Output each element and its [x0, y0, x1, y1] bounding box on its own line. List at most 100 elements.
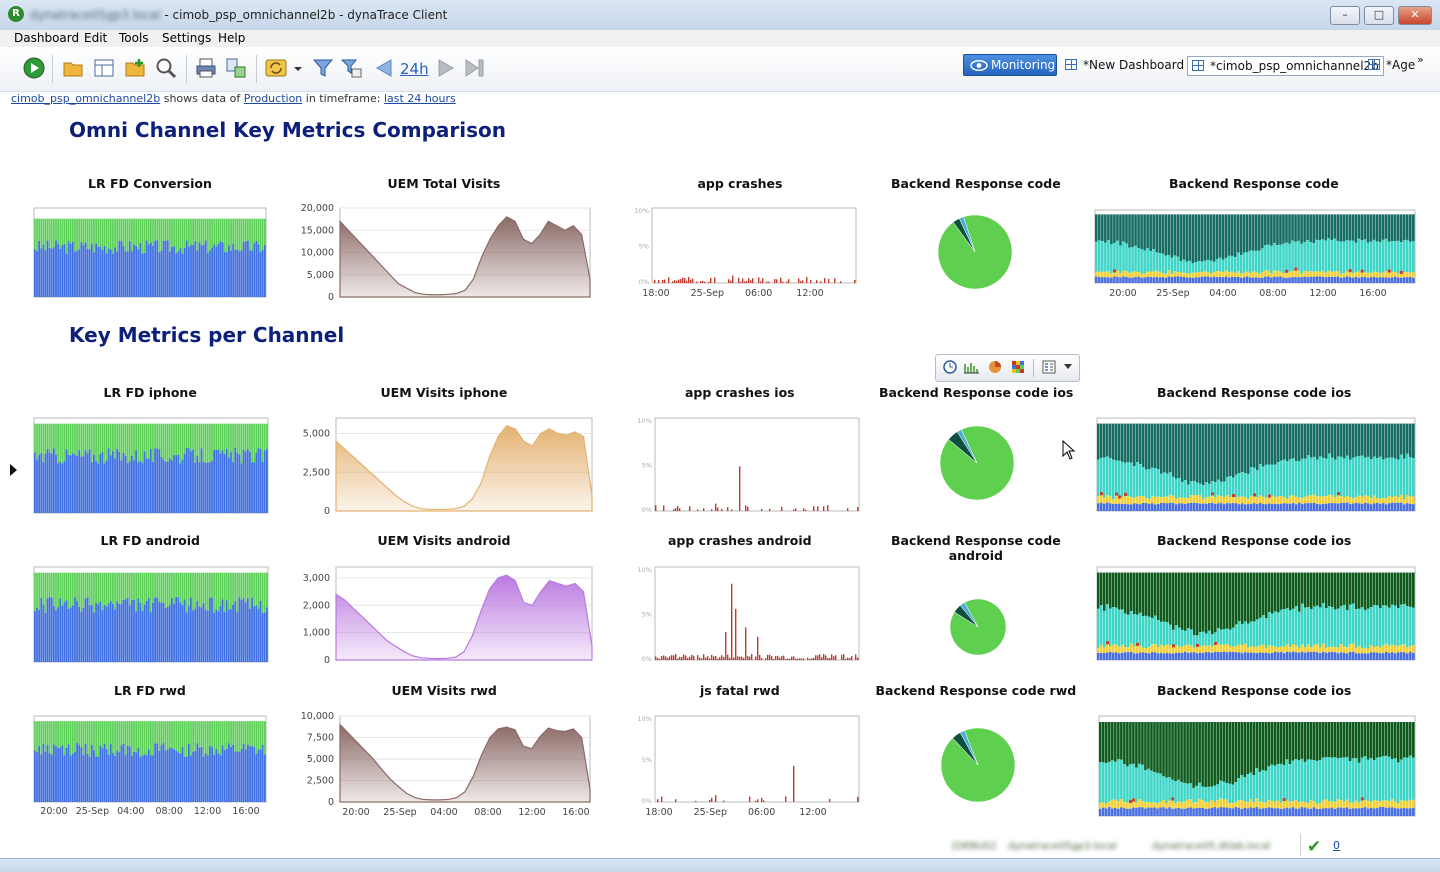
status-collector[interactable]: dynatrace05.dtlab.local	[1152, 841, 1270, 852]
tab-age[interactable]: *Age	[1368, 56, 1415, 74]
last-timeframe-icon[interactable]	[464, 57, 486, 79]
chevron-down-icon[interactable]	[293, 57, 303, 79]
timeframe-button[interactable]: 24h	[400, 60, 429, 78]
timeframe-link[interactable]: last 24 hours	[384, 92, 456, 105]
app-crashes-android-chart[interactable]: 10%5%0%	[629, 566, 860, 663]
uem-visits-iphone-chart[interactable]: 5,0002,5000	[288, 417, 593, 517]
chart-properties-icon[interactable]	[1042, 360, 1056, 374]
toolbar-separator	[256, 55, 257, 83]
stack-segment	[1196, 423, 1199, 483]
backend-response-code-ios-4-chart[interactable]	[1098, 715, 1416, 817]
stack-segment	[1229, 651, 1232, 660]
stack-segment	[1205, 572, 1208, 634]
backend-response-code-ios-chart[interactable]	[938, 424, 1016, 502]
filter-settings-icon[interactable]	[340, 57, 362, 79]
tick-label: 18:00	[645, 807, 672, 818]
app-crashes-ios-chart[interactable]: 10%5%0%	[629, 417, 860, 514]
stack-segment	[1190, 423, 1193, 482]
tick-label: 08:00	[1259, 288, 1286, 299]
stack-segment	[1267, 807, 1271, 816]
stack-segment	[1399, 273, 1403, 278]
stack-segment	[1184, 572, 1187, 631]
monitoring-button[interactable]: Monitoring	[963, 54, 1057, 76]
lr-fd-rwd-chart[interactable]: 20:00 25-Sep 04:00 08:00 12:00 16:00	[33, 715, 267, 817]
menu-tools[interactable]: Tools	[119, 31, 149, 45]
refresh-icon[interactable]	[265, 57, 287, 79]
minimize-button[interactable]: –	[1330, 6, 1360, 25]
stack-segment	[1250, 652, 1253, 660]
menu-dashboard[interactable]: Dashboard	[14, 31, 79, 45]
bar-segment	[244, 721, 247, 750]
search-icon[interactable]	[155, 57, 177, 79]
lr-fd-conversion-chart[interactable]	[33, 207, 267, 298]
stack-segment	[1122, 276, 1125, 283]
tab-new-dashboard-7[interactable]: *New Dashboard 7	[1065, 56, 1196, 74]
status-count-link[interactable]: 0	[1333, 839, 1340, 852]
chevron-down-icon[interactable]	[1063, 363, 1073, 371]
maximize-button[interactable]: □	[1364, 6, 1394, 25]
stack-segment	[1227, 272, 1231, 278]
lr-fd-iphone-chart[interactable]	[33, 417, 269, 514]
stack-segment	[1106, 644, 1109, 653]
stack-segment	[1297, 760, 1301, 803]
stack-segment	[1163, 472, 1166, 497]
open-folder-icon[interactable]	[62, 57, 84, 79]
stack-segment	[1118, 495, 1121, 499]
new-dashboard-icon[interactable]	[124, 57, 146, 79]
toolbar-separator	[186, 55, 187, 83]
previous-timeframe-icon[interactable]	[373, 57, 395, 79]
export-icon[interactable]	[225, 57, 247, 79]
print-icon[interactable]	[195, 57, 217, 79]
backend-response-code-ios-3-chart[interactable]	[1096, 566, 1416, 661]
backend-response-code-chart[interactable]	[936, 213, 1014, 291]
backend-response-code-ios-2-chart[interactable]	[1096, 417, 1416, 512]
bar-segment	[112, 423, 114, 452]
stack-segment	[1115, 572, 1118, 608]
lr-fd-android-chart[interactable]	[33, 566, 269, 663]
stack-segment	[1310, 652, 1313, 660]
run-icon[interactable]	[23, 57, 45, 79]
stack-segment	[1151, 572, 1154, 619]
uem-total-visits-chart[interactable]: 20,00015,00010,0005,0000	[292, 203, 591, 303]
uem-visits-android-chart[interactable]: 3,0002,0001,0000	[288, 566, 593, 666]
stack-segment	[1097, 503, 1100, 511]
stack-segment	[1212, 214, 1216, 262]
bar-segment	[97, 756, 100, 802]
bar-segment	[234, 250, 237, 297]
bar-segment	[168, 218, 171, 252]
dashboard-link[interactable]: cimob_psp_omnichannel2b	[11, 92, 160, 105]
clock-icon[interactable]	[943, 360, 957, 374]
bar-segment	[230, 721, 232, 747]
dashboard-icon[interactable]	[93, 57, 115, 79]
bar-segment	[88, 249, 91, 297]
bar-segment	[143, 218, 146, 253]
stack-segment	[1221, 277, 1225, 283]
js-fatal-rwd-chart[interactable]: 10%5%0%18:00 25-Sep 06:00 12:00	[629, 715, 860, 818]
bar-chart-icon[interactable]	[963, 360, 979, 374]
next-timeframe-icon[interactable]	[435, 57, 457, 79]
menu-edit[interactable]: Edit	[84, 31, 107, 45]
menu-settings[interactable]: Settings	[162, 31, 211, 45]
tabs-overflow-button[interactable]: »	[1417, 51, 1424, 69]
pie-chart-icon[interactable]	[988, 360, 1002, 374]
stack-segment	[1198, 807, 1201, 816]
bar-segment	[69, 721, 72, 756]
filter-icon[interactable]	[312, 57, 334, 79]
status-server[interactable]: dynatrace05gp3.local	[1008, 841, 1117, 852]
backend-response-code-android-chart[interactable]	[948, 597, 1008, 657]
stack-segment	[1144, 808, 1147, 816]
collapse-arrow-icon[interactable]	[10, 464, 17, 476]
app-crashes-chart[interactable]: 10%5%0%18:00 25-Sep 06:00 12:00	[626, 207, 857, 299]
menu-help[interactable]: Help	[218, 31, 245, 45]
system-profile-link[interactable]: Production	[244, 92, 303, 105]
stack-segment	[1218, 276, 1222, 283]
stack-segment	[1387, 269, 1391, 273]
backend-response-code-2-chart[interactable]: 20:00 25-Sep 04:00 08:00 12:00 16:00	[1094, 209, 1416, 299]
tab-cimob-psp-omnichannel2b[interactable]: *cimob_psp_omnichannel2b	[1187, 56, 1384, 76]
heatmap-icon[interactable]	[1011, 360, 1025, 374]
stack-segment	[1274, 464, 1277, 498]
uem-visits-rwd-chart[interactable]: 10,0007,5005,0002,500020:00 25-Sep 04:00 08…	[292, 711, 591, 820]
stack-segment	[1400, 644, 1403, 653]
close-button[interactable]: ✕	[1398, 6, 1432, 25]
backend-response-code-rwd-chart[interactable]	[939, 726, 1017, 804]
